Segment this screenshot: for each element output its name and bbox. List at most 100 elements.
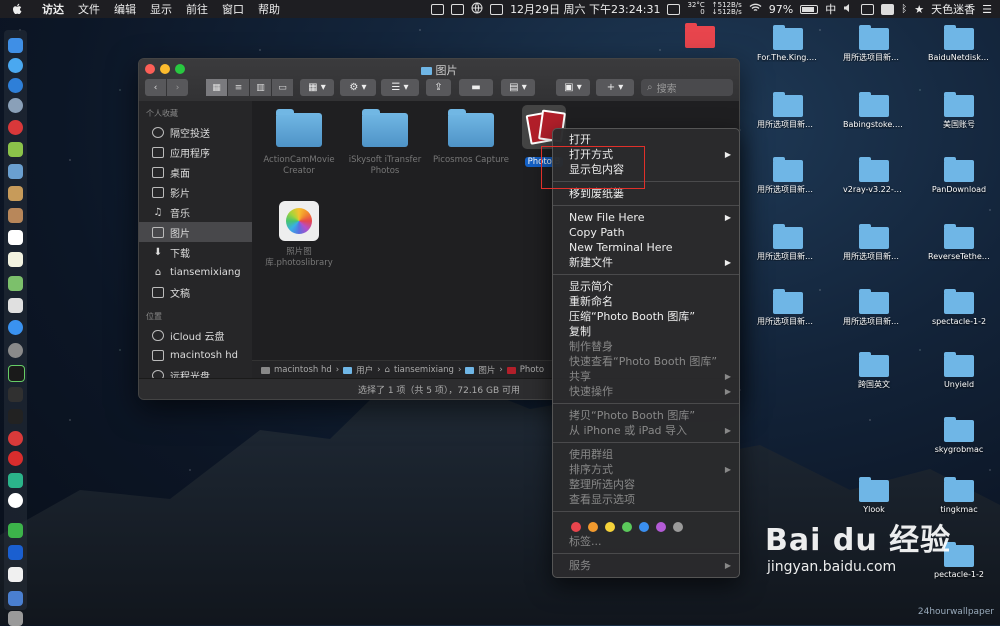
user-name[interactable]: 天色迷香	[931, 1, 975, 17]
red-app-dock-icon[interactable]	[8, 120, 23, 135]
gallery-view-button[interactable]: ▭	[272, 79, 293, 96]
desktop-item[interactable]: PanDownload	[928, 157, 990, 194]
vivaldi-dock-icon[interactable]	[8, 431, 23, 446]
grid-icon[interactable]	[667, 3, 681, 15]
datetime[interactable]: 12月29日 周六 下午23:24:31	[510, 1, 660, 17]
desktop-item[interactable]: Ylook	[843, 477, 905, 514]
photos-dock-icon[interactable]	[8, 298, 23, 313]
battery-icon[interactable]	[800, 4, 819, 14]
menu-go[interactable]: 前往	[186, 1, 208, 17]
sidebar-item-downloads[interactable]: ⬇ 下载	[139, 242, 252, 262]
menu-item-compress[interactable]: 压缩“Photo Booth 图库”	[553, 309, 739, 324]
desktop-item[interactable]: 用所选项目新建的文件夹 8	[757, 224, 819, 261]
desktop-item[interactable]: spectacle-1-2	[928, 289, 990, 326]
maps-dock-icon[interactable]	[8, 276, 23, 291]
sidebar-item-home[interactable]: ⌂ tiansemixiang	[139, 262, 252, 282]
tag-blue[interactable]	[639, 521, 649, 532]
menu-item-copy-path[interactable]: Copy Path	[553, 225, 739, 240]
menu-item-make-alias[interactable]: 制作替身	[553, 339, 739, 354]
finder-dock-icon[interactable]	[8, 38, 23, 53]
downloads-dock-icon[interactable]	[8, 591, 23, 606]
calendar-icon[interactable]	[490, 3, 504, 15]
sidebar-item-music[interactable]: ♫ 音乐	[139, 202, 252, 222]
tag-green[interactable]	[622, 521, 632, 532]
safari-dock-icon[interactable]	[8, 58, 23, 73]
path-segment[interactable]: 用户	[356, 364, 373, 376]
sidebar-item-movies[interactable]: 影片	[139, 182, 252, 202]
file-item[interactable]: iSkysoft iTransfer Photos	[340, 101, 430, 177]
menu-item-services[interactable]: 服务 ▶	[553, 558, 739, 573]
menu-item-duplicate[interactable]: 复制	[553, 324, 739, 339]
trash-dock-icon[interactable]	[8, 611, 23, 626]
desktop-item[interactable]: BaiduNetdiskPlugin-ma...master	[928, 25, 990, 62]
menu-window[interactable]: 窗口	[222, 1, 244, 17]
appstore-dock-icon[interactable]	[8, 320, 23, 335]
tag-yellow[interactable]	[605, 521, 615, 532]
sidebar-item-applications[interactable]: 应用程序	[139, 142, 252, 162]
menu-help[interactable]: 帮助	[258, 1, 280, 17]
yandex-dock-icon[interactable]	[8, 493, 23, 508]
menu-item-use-groups[interactable]: 使用群组	[553, 447, 739, 462]
menu-item-copy[interactable]: 拷贝“Photo Booth 图库”	[553, 408, 739, 423]
preview-dock-icon[interactable]	[8, 164, 23, 179]
menu-item-new-file[interactable]: 新建文件 ▶	[553, 255, 739, 270]
menu-app-finder[interactable]: 访达	[42, 1, 64, 17]
desktop-item[interactable]: 美国账号	[928, 92, 990, 129]
desktop-item[interactable]: skygrobmac	[928, 417, 990, 454]
menu-item-get-info[interactable]: 显示简介	[553, 279, 739, 294]
sensor-readout[interactable]: 32°C 0	[687, 2, 704, 16]
desktop-item[interactable]: Babingstoke.MACOSX-OGG	[843, 92, 905, 129]
menu-item-new-file-here[interactable]: New File Here ▶	[553, 210, 739, 225]
add-button[interactable]: + ▾	[596, 79, 634, 96]
path-segment[interactable]: macintosh hd	[274, 365, 332, 375]
desktop-item[interactable]: 用所选项目新建的文件夹 7	[757, 289, 819, 326]
forward-button[interactable]: ›	[167, 79, 188, 96]
menu-item-rename[interactable]: 重新命名	[553, 294, 739, 309]
desktop-folder[interactable]	[670, 23, 730, 51]
netease-music-dock-icon[interactable]	[8, 451, 23, 466]
share-button[interactable]: ⇪	[426, 79, 451, 96]
menu-item-share[interactable]: 共享 ▶	[553, 369, 739, 384]
path-segment[interactable]: tiansemixiang	[394, 365, 454, 375]
desktop-item[interactable]: 用所选项目新建的文件夹 12	[843, 289, 905, 326]
activity-monitor-dock-icon[interactable]	[8, 365, 25, 382]
network-speed[interactable]: ↑512B/s ↓512B/s	[712, 2, 742, 16]
launchpad-dock-icon[interactable]	[8, 98, 23, 113]
globe-icon[interactable]	[471, 2, 483, 17]
display-icon[interactable]	[431, 3, 445, 15]
sidebar-item-icloud[interactable]: iCloud 云盘	[139, 325, 252, 345]
path-segment[interactable]: Photo	[520, 365, 544, 375]
tag-gray[interactable]	[673, 521, 683, 532]
new-file-button[interactable]: ▤ ▾	[501, 79, 535, 96]
menu-item-quick-actions[interactable]: 快速操作 ▶	[553, 384, 739, 399]
desktop-item[interactable]: 跨国英文	[843, 352, 905, 389]
menu-item-tags[interactable]: 标签...	[553, 534, 739, 549]
sidebar-item-documents[interactable]: 文稿	[139, 282, 252, 302]
tag-button[interactable]: ▬	[459, 79, 493, 96]
wifi-icon[interactable]	[749, 3, 762, 16]
list-view-button[interactable]: ≡	[228, 79, 249, 96]
desktop-item[interactable]: v2ray-v3.22-macos	[843, 157, 905, 194]
apple-icon[interactable]	[12, 0, 30, 18]
notification-mute-icon[interactable]	[451, 3, 465, 15]
sidebar-item-macintosh-hd[interactable]: macintosh hd	[139, 345, 252, 365]
notes-dock-icon[interactable]	[8, 186, 23, 201]
keyboard-icon[interactable]	[861, 3, 875, 15]
green-app-dock-icon[interactable]	[8, 473, 23, 488]
desktop-item[interactable]: 用所选项目新建的文件夹 9	[757, 157, 819, 194]
desktop-item[interactable]: 用所选项目新建的文件夹 10	[757, 92, 819, 129]
menu-view[interactable]: 显示	[150, 1, 172, 17]
path-segment[interactable]: 图片	[478, 364, 495, 376]
desktop-item[interactable]: 用所选项目新建的文件夹 13	[843, 224, 905, 261]
settings-dock-icon[interactable]	[8, 343, 23, 358]
reminders-dock-icon[interactable]	[8, 252, 23, 267]
file-item[interactable]: 照片图库.photoslibrary	[254, 195, 344, 269]
sidebar-item-desktop[interactable]: 桌面	[139, 162, 252, 182]
group-button[interactable]: ▦ ▾	[300, 79, 334, 96]
menu-item-quick-look[interactable]: 快速查看“Photo Booth 图库”	[553, 354, 739, 369]
icon-view-button[interactable]: ▦	[206, 79, 227, 96]
menu-item-import-from-iphone[interactable]: 从 iPhone 或 iPad 导入 ▶	[553, 423, 739, 438]
contacts-dock-icon[interactable]	[8, 208, 23, 223]
desktop-item[interactable]: ReverseTetheringServer_12.0	[928, 224, 990, 261]
menu-item-open[interactable]: 打开	[553, 132, 739, 147]
